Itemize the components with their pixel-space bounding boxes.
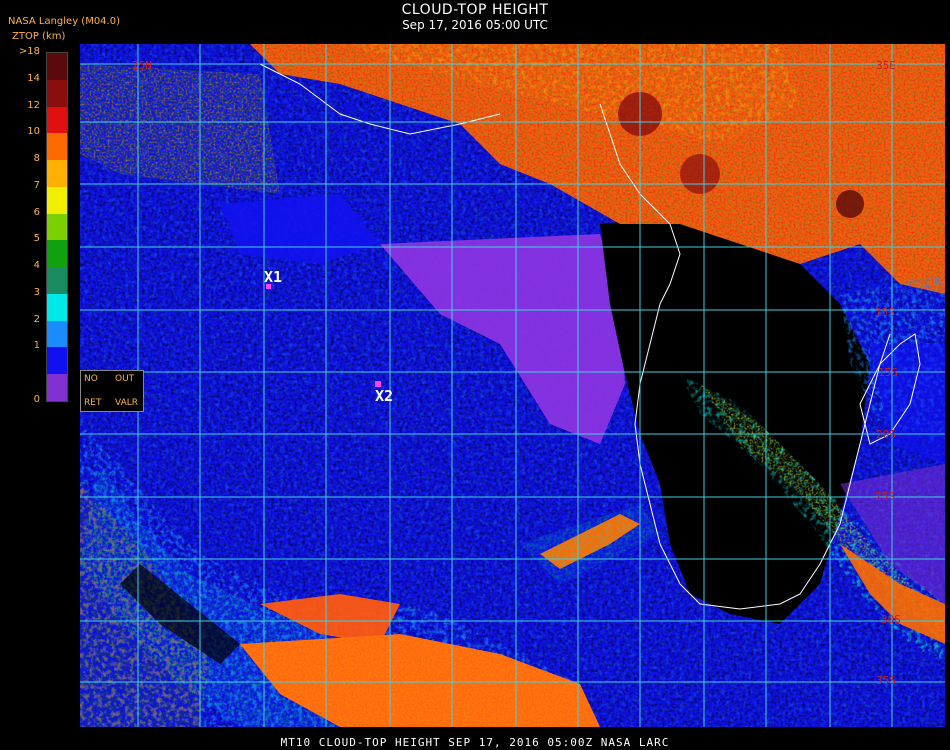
legend-swatch: [47, 186, 67, 215]
legend-swatch: [47, 267, 67, 295]
legend-tick-label: 12: [27, 99, 40, 111]
legend-swatch: [47, 106, 67, 134]
status-no-label: NO: [84, 374, 98, 384]
footer-caption: MT10 CLOUD-TOP HEIGHT SEP 17, 2016 05:00…: [280, 736, 670, 749]
legend-swatch: [47, 79, 67, 108]
legend-swatch: [47, 374, 67, 402]
legend-swatch: [47, 213, 67, 241]
legend-tick-label: 3: [33, 286, 40, 298]
data-source: NASA Langley (M04.0): [8, 16, 120, 27]
status-ret-label: RET: [84, 398, 102, 408]
status-legend-box: NO OUT RET VALR: [80, 370, 144, 412]
legend-tick-label: 10: [27, 126, 40, 138]
status-valr-label: VALR: [115, 398, 139, 408]
legend-swatch: [47, 347, 67, 375]
legend-swatch: [47, 160, 67, 188]
legend-swatch: [47, 53, 67, 81]
lat-label: 25N: [132, 59, 152, 72]
lat-label: 35S: [876, 674, 896, 687]
legend-tick-label: >18: [18, 46, 40, 57]
lat-label: 20S: [876, 428, 896, 441]
legend-tick-label: 4: [33, 260, 40, 272]
legend-tick-label: 6: [33, 206, 40, 218]
legend-tick-label: 0: [33, 394, 40, 405]
legend-tick-label: 1: [33, 340, 40, 352]
marker-x2-label: X2: [375, 387, 394, 405]
legend-tick-label: 5: [33, 233, 40, 245]
lat-label: 25S: [875, 490, 895, 503]
lat-label: 15S: [875, 306, 895, 319]
cloud-top-height-map: [80, 44, 945, 727]
map-title: CLOUD-TOP HEIGHT: [401, 2, 549, 18]
lat-label: 30S: [881, 613, 901, 626]
legend-tick-label: 14: [27, 72, 40, 84]
legend-swatch: [47, 133, 67, 161]
marker-x1-label: X1: [264, 268, 283, 286]
status-out-label: OUT: [115, 374, 135, 384]
legend-swatch: [47, 320, 67, 348]
legend-tick-label: 8: [33, 153, 40, 165]
legend-units: ZTOP (km): [12, 31, 66, 42]
map-frame: X1 X2 25N 35E 15S 15S 20S 25S 30S 35S: [80, 44, 945, 727]
lon-label: 35E: [876, 59, 896, 72]
lat-label: 15S: [878, 366, 898, 379]
legend-tick-label: 7: [33, 179, 40, 191]
color-legend: [46, 52, 68, 402]
map-timestamp: Sep 17, 2016 05:00 UTC: [402, 18, 548, 32]
legend-tick-label: 2: [33, 313, 40, 325]
legend-swatch: [47, 293, 67, 322]
legend-swatch: [47, 240, 67, 268]
